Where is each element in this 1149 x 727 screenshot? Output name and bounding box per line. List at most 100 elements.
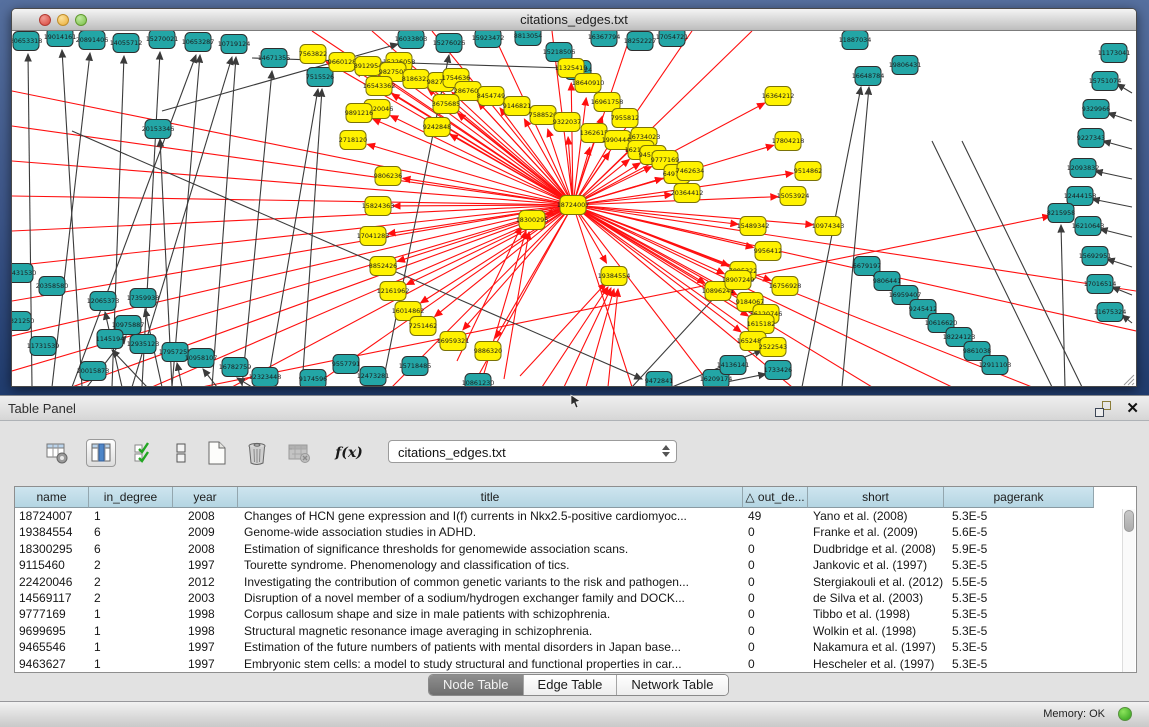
table-cell: 9777169: [15, 606, 89, 622]
float-panel-icon[interactable]: [1095, 401, 1111, 417]
graph-edge[interactable]: [62, 50, 82, 387]
column-header-short[interactable]: short: [808, 487, 944, 508]
graph-edge[interactable]: [390, 116, 573, 205]
network-view-canvas[interactable]: 2065331819014161208914061405571215270021…: [12, 31, 1136, 387]
tab-network-table[interactable]: Network Table: [617, 675, 727, 695]
graph-node-label: 20891406: [76, 36, 109, 44]
graph-node-label: 12911103: [979, 361, 1012, 369]
table-cell: Estimation of the future numbers of pati…: [238, 639, 743, 655]
show-columns-icon[interactable]: [86, 439, 116, 467]
table-cell: 0: [743, 639, 808, 655]
graph-node-label: 17054721: [656, 33, 689, 41]
table-cell: 5.3E-5: [944, 639, 1094, 655]
tab-edge-table[interactable]: Edge Table: [524, 675, 618, 695]
graph-node-label: 20153346: [142, 125, 175, 133]
graph-edge[interactable]: [1061, 225, 1065, 387]
graph-edge[interactable]: [177, 363, 182, 387]
graph-edge[interactable]: [1112, 287, 1132, 295]
table-row[interactable]: 977716911998Corpus callosum shape and si…: [15, 606, 1136, 622]
graph-node-label: 9322037: [553, 118, 581, 126]
graph-edge[interactable]: [242, 71, 272, 387]
table-row[interactable]: 1938455462009Genome-wide association stu…: [15, 524, 1136, 540]
graph-edge[interactable]: [1117, 84, 1132, 93]
graph-edge[interactable]: [1103, 141, 1132, 149]
column-header-pagerank[interactable]: pagerank: [944, 487, 1094, 508]
graph-edge[interactable]: [1108, 113, 1132, 121]
graph-edge[interactable]: [450, 134, 573, 205]
network-window-titlebar[interactable]: citations_edges.txt: [12, 9, 1136, 31]
graph-edge[interactable]: [932, 141, 1052, 387]
graph-node-label: 3675685: [432, 100, 460, 108]
table-tabs: Node TableEdge TableNetwork Table: [428, 674, 729, 696]
select-rows-icon[interactable]: [130, 439, 160, 467]
function-builder-icon[interactable]: f(x): [334, 439, 364, 467]
graph-edge[interactable]: [1100, 229, 1132, 237]
table-cell: 1: [89, 639, 173, 655]
memory-ok-indicator: [1118, 707, 1132, 721]
table-row[interactable]: 946554611997Estimation of the future num…: [15, 639, 1136, 655]
column-header-name[interactable]: name: [15, 487, 89, 508]
table-cell: Stergiakouli et al. (2012): [808, 574, 944, 590]
column-header-title[interactable]: title: [238, 487, 743, 508]
table-scrollbar-thumb[interactable]: [1124, 510, 1134, 532]
column-header-year[interactable]: year: [173, 487, 238, 508]
delete-columns-icon[interactable]: [242, 439, 272, 467]
table-cell: 2: [89, 557, 173, 573]
network-table-selector-value: citations_edges.txt: [398, 445, 506, 460]
graph-edge[interactable]: [203, 369, 217, 387]
graph-node-label: 17016514: [1084, 280, 1117, 288]
table-options-icon[interactable]: [42, 439, 72, 467]
tab-node-table[interactable]: Node Table: [429, 675, 524, 695]
graph-node-label: 14055712: [110, 39, 143, 47]
table-cell: 22420046: [15, 574, 89, 590]
graph-node-label: 16014862: [392, 307, 425, 315]
table-row[interactable]: 1872400712008Changes of HCN gene express…: [15, 508, 1136, 524]
new-table-icon[interactable]: [202, 439, 232, 467]
graph-node-label: 17359938: [127, 294, 160, 302]
graph-node-label: 11887034: [839, 36, 872, 44]
graph-edge[interactable]: [172, 55, 200, 387]
table-row[interactable]: 1456911722003Disruption of a novel membe…: [15, 590, 1136, 606]
graph-node-label: 12935123: [127, 340, 160, 348]
citation-network-graph[interactable]: 2065331819014161208914061405571215270021…: [12, 31, 1136, 387]
graph-node-label: 2718120: [339, 136, 367, 144]
table-cell: 1997: [173, 656, 238, 672]
graph-edge[interactable]: [842, 87, 869, 387]
graph-node-label: 9660128: [328, 58, 356, 66]
graph-edge[interactable]: [12, 196, 573, 205]
table-cell: 2: [89, 590, 173, 606]
network-table-selector[interactable]: citations_edges.txt: [388, 440, 677, 463]
table-cell: 1998: [173, 606, 238, 622]
delete-table-icon[interactable]: [284, 439, 314, 467]
graph-node-label: 1754636: [442, 74, 470, 82]
column-header-out_de[interactable]: △ out_de...: [743, 487, 808, 508]
graph-node-label: 15053924: [777, 192, 810, 200]
column-header-in_degree[interactable]: in_degree: [89, 487, 173, 508]
graph-edge[interactable]: [542, 287, 608, 387]
graph-edge[interactable]: [28, 54, 32, 387]
table-row[interactable]: 946362711997Embryonic stem cells: a mode…: [15, 656, 1136, 672]
graph-node-label: 19014161: [44, 33, 77, 41]
close-panel-icon[interactable]: ✕: [1126, 399, 1139, 417]
graph-edge[interactable]: [267, 89, 318, 387]
table-scrollbar[interactable]: [1122, 509, 1135, 672]
table-row[interactable]: 2242004622012Investigating the contribut…: [15, 574, 1136, 590]
status-bar: Memory: OK: [0, 701, 1149, 727]
graph-edge[interactable]: [1107, 259, 1132, 267]
table-row[interactable]: 1830029562008Estimation of significance …: [15, 541, 1136, 557]
graph-edge[interactable]: [12, 161, 573, 205]
graph-edge[interactable]: [802, 87, 861, 387]
graph-node-label: 20015873: [77, 367, 110, 375]
graph-edge[interactable]: [12, 205, 573, 301]
row-mode-icon[interactable]: [166, 439, 196, 467]
window-resize-grip[interactable]: [1121, 372, 1135, 386]
graph-edge[interactable]: [421, 205, 573, 303]
graph-node-label: 11173041: [1098, 49, 1131, 57]
table-row[interactable]: 969969511998Structural magnetic resonanc…: [15, 623, 1136, 639]
graph-edge[interactable]: [1095, 171, 1132, 179]
graph-edge[interactable]: [1092, 199, 1132, 207]
network-window[interactable]: citations_edges.txt 20653318190141612089…: [11, 8, 1137, 387]
graph-edge[interactable]: [12, 205, 573, 336]
graph-node-label: 12065373: [87, 297, 120, 305]
table-row[interactable]: 911546021997Tourette syndrome. Phenomeno…: [15, 557, 1136, 573]
